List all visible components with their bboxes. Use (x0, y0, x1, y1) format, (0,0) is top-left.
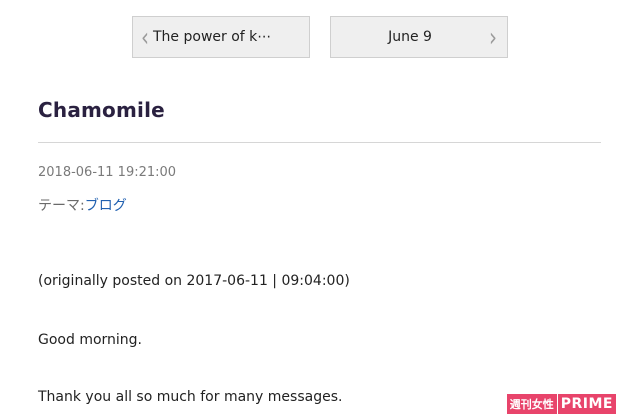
post-paragraph: Thank you all so much for many messages. (38, 389, 343, 405)
chevron-right-icon: › (489, 21, 497, 53)
previous-post-label: The power of k⋯ (153, 29, 272, 45)
post-paragraph: Good morning. (38, 332, 143, 348)
next-post-button[interactable]: June 9 › (330, 16, 508, 58)
chevron-left-icon: ‹ (141, 21, 149, 53)
post-datetime: 2018-06-11 19:21:00 (38, 165, 177, 180)
next-post-label: June 9 (388, 29, 432, 45)
watermark-jp-text: 週刊女性 (506, 394, 557, 414)
blog-page: ‹ The power of k⋯ June 9 › Chamomile 201… (0, 0, 620, 418)
watermark-logo: 週刊女性 PRIME (506, 394, 616, 414)
theme-link[interactable]: ブログ (85, 198, 127, 214)
previous-post-button[interactable]: ‹ The power of k⋯ (132, 16, 310, 58)
post-title: Chamomile (38, 98, 165, 122)
watermark-brand-text: PRIME (556, 394, 616, 414)
title-divider (38, 142, 601, 143)
theme-prefix: テーマ: (38, 198, 85, 214)
post-theme: テーマ:ブログ (38, 195, 127, 215)
post-paragraph: (originally posted on 2017-06-11 | 09:04… (38, 273, 350, 289)
